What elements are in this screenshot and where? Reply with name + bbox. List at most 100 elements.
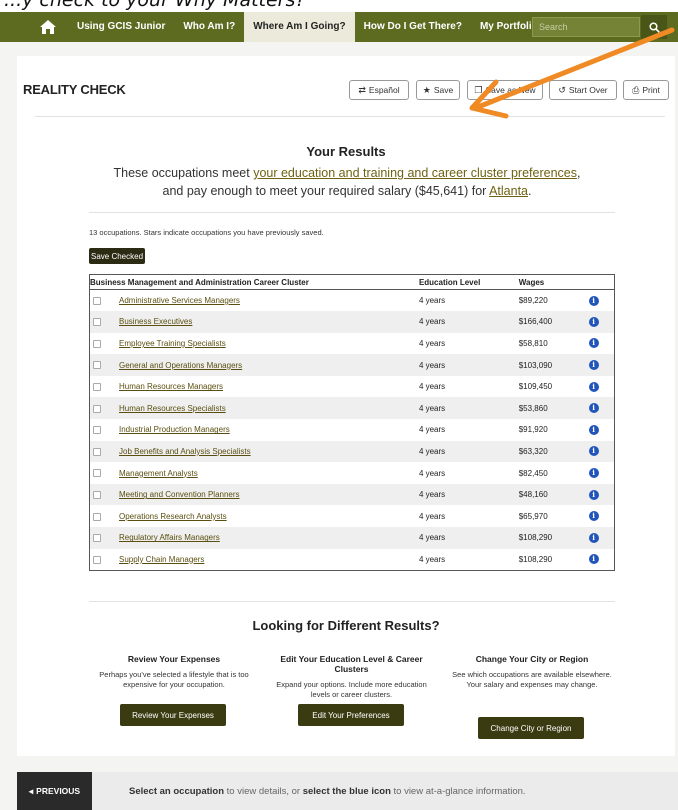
occupation-link[interactable]: Regulatory Affairs Managers <box>119 533 220 542</box>
row-checkbox[interactable] <box>93 491 101 500</box>
nav-using-gcis-junior[interactable]: Using GCIS Junior <box>68 12 174 42</box>
row-name-cell: Administrative Services Managers <box>90 290 419 312</box>
row-checkbox[interactable] <box>93 534 101 543</box>
row-checkbox[interactable] <box>93 447 101 456</box>
row-checkbox[interactable] <box>93 404 101 413</box>
table-row[interactable]: Supply Chain Managers 4 years $108,290 i <box>89 548 615 571</box>
occupation-link[interactable]: Supply Chain Managers <box>119 555 204 564</box>
wage-cell: $53,860 <box>518 403 548 413</box>
occupation-link[interactable]: General and Operations Managers <box>119 361 242 370</box>
education-cell: 4 years <box>418 296 446 306</box>
change-city-button[interactable]: Change City or Region <box>478 717 584 739</box>
row-checkbox[interactable] <box>93 469 101 478</box>
row-checkbox[interactable] <box>93 361 101 370</box>
row-name-cell: Business Executives <box>90 311 419 333</box>
search-button[interactable] <box>641 15 667 39</box>
nav-how-do-i-get-there[interactable]: How Do I Get There? <box>355 12 471 42</box>
city-section: Change Your City or Region See which occ… <box>444 654 620 690</box>
info-icon[interactable]: i <box>588 489 599 500</box>
occupation-link[interactable]: Human Resources Managers <box>119 382 223 391</box>
table-row[interactable]: Job Benefits and Analysis Specialists 4 y… <box>89 440 615 463</box>
save-button[interactable]: ★ Save <box>416 80 460 100</box>
row-checkbox[interactable] <box>93 383 101 392</box>
info-icon[interactable]: i <box>588 424 599 435</box>
wage-cell: $166,400 <box>518 317 553 327</box>
occupation-link[interactable]: Meeting and Convention Planners <box>119 490 240 499</box>
table-row[interactable]: Administrative Services Managers 4 years $… <box>89 289 615 312</box>
info-icon[interactable]: i <box>588 316 599 327</box>
print-icon: ⎙ <box>632 84 640 95</box>
occupation-link[interactable]: Job Benefits and Analysis Specialists <box>119 447 251 456</box>
save-as-new-button[interactable]: ❐ Save as New <box>467 80 543 100</box>
education-cell: 4 years <box>418 338 446 348</box>
occupation-link[interactable]: Human Resources Specialists <box>119 404 226 413</box>
save-checked-button[interactable]: Save Checked <box>89 248 145 264</box>
review-expenses-button[interactable]: Review Your Expenses <box>120 704 226 726</box>
info-cell: i <box>588 290 615 312</box>
table-row[interactable]: Operations Research Analysts 4 years $65,9… <box>89 505 615 528</box>
table-row[interactable]: Human Resources Managers 4 years $109,450 i <box>89 375 615 398</box>
row-name-cell: General and Operations Managers <box>90 354 419 376</box>
wage-cell: $89,220 <box>518 296 548 306</box>
row-checkbox[interactable] <box>93 339 101 348</box>
expenses-title: Review Your Expenses <box>127 654 221 664</box>
expenses-text: Perhaps you've selected a lifestyle that… <box>99 670 249 689</box>
print-button[interactable]: ⎙ Print <box>623 80 669 100</box>
city-link[interactable]: Atlanta <box>489 184 528 198</box>
table-row[interactable]: Business Executives 4 years $166,400 i <box>89 311 615 333</box>
row-name-cell: Industrial Production Managers <box>90 419 419 441</box>
row-checkbox[interactable] <box>93 318 101 327</box>
nav-where-am-i-going[interactable]: Where Am I Going? <box>244 12 355 42</box>
table-row[interactable]: Meeting and Convention Planners 4 years $4… <box>89 483 615 506</box>
table-row[interactable]: Industrial Production Managers 4 years $91… <box>89 419 615 441</box>
occupation-link[interactable]: Administrative Services Managers <box>119 296 240 305</box>
search-input[interactable]: Search <box>532 17 640 37</box>
espanol-button[interactable]: ⇄ Español <box>349 80 409 100</box>
occupation-link[interactable]: Management Analysts <box>119 469 198 478</box>
wage-cell: $109,450 <box>518 382 553 392</box>
table-row[interactable]: Human Resources Specialists 4 years $53,86… <box>89 397 615 420</box>
results-heading: Your Results <box>306 144 386 159</box>
preferences-link[interactable]: your education and training and career c… <box>253 166 577 180</box>
wage-cell: $103,090 <box>518 360 553 370</box>
info-icon[interactable]: i <box>588 468 599 479</box>
home-icon[interactable] <box>28 12 68 42</box>
info-icon[interactable]: i <box>588 295 599 306</box>
info-icon[interactable]: i <box>588 446 599 457</box>
wage-cell: $58,810 <box>518 338 548 348</box>
language-icon: ⇄ <box>358 84 366 95</box>
nav-who-am-i[interactable]: Who Am I? <box>174 12 244 42</box>
info-icon[interactable]: i <box>588 511 599 522</box>
start-over-button[interactable]: ↺ Start Over <box>549 80 617 100</box>
edit-preferences-button[interactable]: Edit Your Preferences <box>298 704 404 726</box>
info-icon[interactable]: i <box>588 338 599 349</box>
info-cell: i <box>588 333 615 355</box>
info-icon[interactable]: i <box>588 403 599 414</box>
row-checkbox[interactable] <box>93 512 101 521</box>
info-icon[interactable]: i <box>588 554 599 565</box>
divider <box>89 212 615 213</box>
occupation-link[interactable]: Industrial Production Managers <box>119 425 230 434</box>
table-row[interactable]: Employee Training Specialists 4 years $58,… <box>89 332 615 355</box>
city-title: Change Your City or Region <box>475 654 589 664</box>
info-cell: i <box>588 311 615 333</box>
table-row[interactable]: Regulatory Affairs Managers 4 years $108,2… <box>89 527 615 549</box>
column-header-education: Education Level <box>418 274 519 290</box>
info-cell: i <box>588 549 615 571</box>
education-cell: 4 years <box>418 403 446 413</box>
info-icon[interactable]: i <box>588 532 599 543</box>
search-icon <box>648 21 660 33</box>
table-row[interactable]: General and Operations Managers 4 years $1… <box>89 354 615 376</box>
page-title: REALITY CHECK <box>23 82 126 97</box>
row-checkbox[interactable] <box>93 555 101 564</box>
table-row[interactable]: Management Analysts 4 years $82,450 i <box>89 462 615 484</box>
footer-hint: Select an occupation to view details, or… <box>129 786 526 797</box>
info-icon[interactable]: i <box>588 360 599 371</box>
info-icon[interactable]: i <box>588 381 599 392</box>
occupation-link[interactable]: Employee Training Specialists <box>119 339 226 348</box>
row-checkbox[interactable] <box>93 296 101 305</box>
row-checkbox[interactable] <box>93 426 101 435</box>
occupation-link[interactable]: Business Executives <box>119 317 192 326</box>
previous-button[interactable]: ◂ PREVIOUS <box>17 772 92 810</box>
occupation-link[interactable]: Operations Research Analysts <box>119 512 227 521</box>
